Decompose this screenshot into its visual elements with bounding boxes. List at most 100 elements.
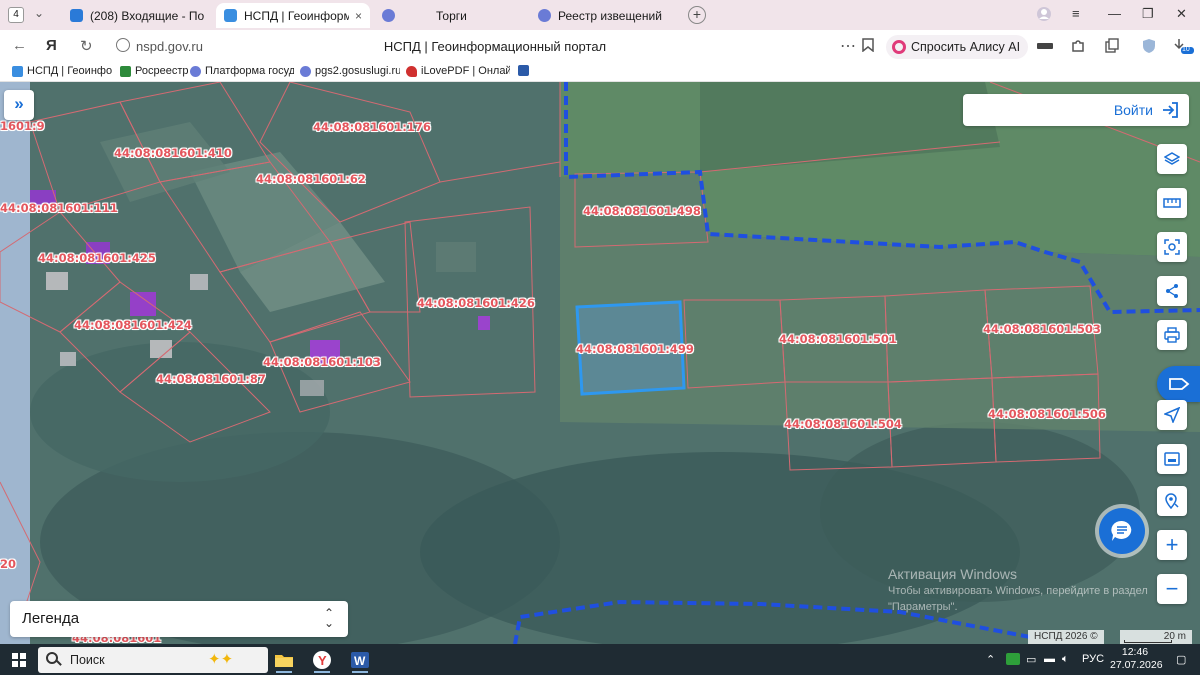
legend-label: Легенда xyxy=(22,610,80,627)
parcel-label[interactable]: 44:08:081601:425 xyxy=(38,251,156,265)
extension-icon[interactable] xyxy=(1036,38,1054,54)
zoom-out-button[interactable]: − xyxy=(1157,574,1187,604)
map-canvas[interactable]: 44:08:081601:176 44:08:081601:410 44:08:… xyxy=(0,82,1200,644)
parcel-label[interactable]: 44:08:081601:501 xyxy=(779,332,897,346)
print-button[interactable] xyxy=(1157,320,1187,350)
puzzle-icon[interactable] xyxy=(1070,38,1088,54)
clock-time: 12:46 xyxy=(1121,646,1149,658)
windows-taskbar: Поиск ✦✦ Y W ⌃ ▭ ▬ 🔈︎ РУС 12:46 27.07.20… xyxy=(0,644,1200,675)
taskbar-search[interactable]: Поиск ✦✦ xyxy=(38,647,268,673)
security-tray-icon[interactable] xyxy=(1006,653,1020,665)
tab-reestr[interactable]: Реестр извещений xyxy=(530,3,680,28)
ask-alice-label: Спросить Алису AI xyxy=(911,40,1021,54)
nspd-icon xyxy=(12,65,23,77)
more-icon[interactable]: ⋯ xyxy=(840,36,856,56)
parcel-label[interactable]: 44:08:081601:506 xyxy=(988,407,1106,421)
watermark-line: "Параметры". xyxy=(888,601,958,613)
chevron-down-icon[interactable]: ⌄ xyxy=(34,6,44,20)
legend-panel[interactable]: Легенда ⌃ ⌄ xyxy=(10,601,348,637)
parcel-label[interactable]: 44:08:081601:176 xyxy=(313,120,431,134)
reload-icon[interactable]: ↻ xyxy=(80,37,93,55)
bookmark-nspd[interactable]: НСПД | Геоинфор xyxy=(12,65,112,77)
collections-icon[interactable] xyxy=(1104,38,1122,54)
yandex-browser-icon[interactable]: Y xyxy=(306,647,338,673)
chat-button[interactable] xyxy=(1099,508,1145,554)
url-field[interactable]: nspd.gov.ru НСПД | Геоинформационный пор… xyxy=(110,36,880,58)
select-area-icon xyxy=(1164,239,1180,255)
bookmark-label: Платформа госуд xyxy=(205,65,294,77)
word-icon[interactable]: W xyxy=(344,647,376,673)
tab-torgi[interactable]: Торги xyxy=(374,3,524,28)
parcel-label[interactable]: 44:08:081601:62 xyxy=(256,172,366,186)
tab-mail[interactable]: (208) Входящие - Почта xyxy=(62,3,212,28)
select-area-button[interactable] xyxy=(1157,232,1187,262)
new-tab-button[interactable]: + xyxy=(688,6,706,24)
parcel-label[interactable]: 44:08:081601:103 xyxy=(263,355,381,369)
bookmark-icon[interactable] xyxy=(862,38,874,55)
network-icon[interactable]: ▭ xyxy=(1026,653,1036,666)
security-icon[interactable] xyxy=(1140,38,1158,54)
parcel-label[interactable]: 44:08:081601:426 xyxy=(417,296,535,310)
alice-icon xyxy=(892,40,906,54)
windows-start-icon[interactable] xyxy=(12,653,26,667)
downloads-badge: 10 xyxy=(1182,46,1190,53)
parcel-label[interactable]: 44:08:081601:504 xyxy=(784,417,902,431)
yandex-logo-icon[interactable]: Я xyxy=(46,37,57,54)
parcel-label[interactable]: 44:08:081601:410 xyxy=(114,146,232,160)
minus-icon: − xyxy=(1165,576,1179,601)
notifications-icon[interactable]: ▢ xyxy=(1176,653,1186,666)
bookmark-pgs2[interactable]: pgs2.gosuslugi.ru xyxy=(300,65,400,77)
tab-label: Реестр извещений xyxy=(558,8,662,23)
tab-count-badge[interactable]: 4 xyxy=(8,7,24,23)
locate-button[interactable] xyxy=(1157,400,1187,430)
bookmark-rosreestr[interactable]: Росреестр xyxy=(120,65,190,77)
volume-icon[interactable]: 🔈︎ xyxy=(1062,653,1069,666)
menu-icon[interactable]: ≡ xyxy=(1072,6,1080,21)
gov-emblem-icon xyxy=(382,9,395,22)
minimize-icon[interactable]: — xyxy=(1108,6,1121,21)
battery-icon[interactable]: ▬ xyxy=(1044,653,1055,665)
chat-icon xyxy=(1111,520,1132,541)
ask-alice-button[interactable]: Спросить Алису AI xyxy=(886,35,1029,59)
parcel-label[interactable]: 44:08:081601:111 xyxy=(0,201,118,215)
cadastre-button[interactable] xyxy=(1157,366,1200,402)
panel-icon xyxy=(1164,452,1180,466)
back-icon[interactable]: ← xyxy=(12,37,27,54)
watermark-title: Активация Windows xyxy=(888,566,1018,582)
measure-button[interactable] xyxy=(1157,188,1187,218)
parcel-label[interactable]: 1601:9 xyxy=(0,119,45,133)
expand-collapse-icon[interactable]: ⌃ ⌄ xyxy=(324,607,334,629)
clock[interactable]: 12:46 27.07.2026 xyxy=(1110,646,1163,672)
expand-panel-button[interactable]: » xyxy=(4,90,34,120)
browser-tab-bar: 4 ⌄ (208) Входящие - Почта НСПД | Геоинф… xyxy=(0,0,1200,30)
print-icon xyxy=(1164,327,1180,343)
bookmark-ilovepdf[interactable]: iLovePDF | Онлай xyxy=(406,65,510,77)
parcel-label[interactable]: 44:08:081601:503 xyxy=(983,322,1101,336)
close-icon[interactable]: × xyxy=(355,9,362,23)
layers-button[interactable] xyxy=(1157,144,1187,174)
downloads-icon[interactable]: 10 xyxy=(1172,38,1194,54)
login-button[interactable]: Войти xyxy=(963,94,1189,126)
share-button[interactable] xyxy=(1157,276,1187,306)
profile-icon[interactable] xyxy=(1036,6,1052,25)
geo-search-button[interactable] xyxy=(1157,486,1187,516)
language-indicator[interactable]: РУС xyxy=(1082,653,1104,665)
bookmark-platform[interactable]: Платформа госуд xyxy=(190,65,294,77)
close-window-icon[interactable]: ✕ xyxy=(1176,6,1187,22)
chevron-up-icon[interactable]: ⌃ xyxy=(986,653,995,666)
tab-nspd[interactable]: НСПД | Геоинформаци × xyxy=(216,3,370,28)
parcel-label[interactable]: 20 xyxy=(0,557,16,571)
zoom-in-button[interactable]: + xyxy=(1157,530,1187,560)
panel-toggle-button[interactable] xyxy=(1157,444,1187,474)
parcel-label-selected[interactable]: 44:08:081601:499 xyxy=(576,342,694,356)
watermark-line: Чтобы активировать Windows, перейдите в … xyxy=(888,585,1148,597)
parcel-label[interactable]: 44:08:081601:424 xyxy=(74,318,192,332)
parcel-label[interactable]: 44:08:081601:87 xyxy=(156,372,266,386)
bookmark-word[interactable] xyxy=(518,65,532,76)
restore-icon[interactable]: ❐ xyxy=(1142,6,1154,22)
plus-icon: + xyxy=(1165,532,1179,557)
file-explorer-icon[interactable] xyxy=(268,647,300,673)
bookmark-label: Росреестр xyxy=(135,65,189,77)
parcel-label[interactable]: 44:08:081601:498 xyxy=(583,204,701,218)
satellite-imagery xyxy=(0,82,1200,644)
